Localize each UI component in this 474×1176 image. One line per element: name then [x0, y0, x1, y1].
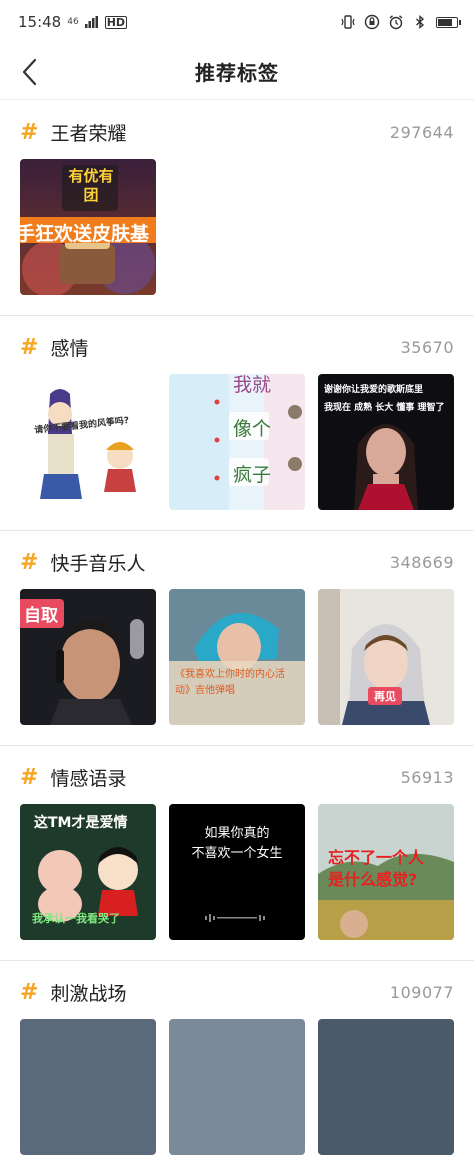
tag-header[interactable]: # 快手音乐人 348669	[20, 547, 454, 577]
hash-icon: #	[20, 979, 39, 1005]
tag-count: 348669	[389, 552, 454, 572]
hash-icon: #	[20, 549, 39, 575]
lyric-line-2: 我现在 成熟 长大 懂事 理智了	[324, 403, 445, 413]
tag-name: 刺激战场	[50, 982, 127, 1005]
tag-name: 王者荣耀	[50, 122, 127, 145]
signal-icon	[84, 16, 98, 28]
tag-list: # 王者荣耀 297644 有优有团 手狂欢送皮肤基 # 感情 35670 请你…	[0, 101, 474, 1176]
rotation-lock-icon	[364, 14, 380, 30]
quote-line-2: 不喜欢一个女生	[191, 846, 283, 861]
quote-line-2: 是什么感觉?	[328, 870, 418, 889]
video-thumbnail[interactable]: 请你不要看我的风筝吗?	[20, 374, 156, 510]
video-thumbnail[interactable]: 有优有团 手狂欢送皮肤基	[20, 159, 156, 295]
nav-bar: 推荐标签	[0, 44, 474, 100]
hash-icon: #	[20, 334, 39, 360]
tag-header[interactable]: # 感情 35670	[20, 332, 454, 362]
tag-section: # 快手音乐人 348669 自取 《我喜欢上你时的内心活动》吉他弹唱 再见	[0, 531, 474, 746]
alarm-icon	[389, 15, 403, 30]
vibrate-icon	[341, 15, 355, 29]
tag-header[interactable]: # 情感语录 56913	[20, 762, 454, 792]
tag-count: 56913	[400, 767, 454, 787]
chat-line-3: 疯子	[233, 464, 272, 486]
tag-name: 感情	[50, 337, 89, 360]
tag-header[interactable]: # 王者荣耀 297644	[20, 117, 454, 147]
thumbnail-row: 自取 《我喜欢上你时的内心活动》吉他弹唱 再见	[20, 589, 454, 725]
tag-count: 109077	[389, 982, 454, 1002]
caption-text: 《我喜欢上你时的内心活动》吉他弹唱	[175, 669, 285, 696]
quote-line-1: 如果你真的	[204, 826, 270, 841]
quote-top: 这TM才是爱情	[34, 815, 128, 831]
bluetooth-icon	[416, 15, 425, 29]
chevron-left-icon	[22, 58, 37, 86]
logo-text: 有优有团	[68, 167, 114, 204]
guitar-singer-image	[169, 589, 305, 725]
badge-label: 自取	[20, 599, 64, 628]
thumbnail-row: 这TM才是爱情 我承认一我看哭了 如果你真的 不喜欢一个女生 忘不了一个人 是什…	[20, 804, 454, 940]
tag-title-group: # 快手音乐人	[20, 549, 145, 576]
thumbnail-row: 请你不要看我的风筝吗? 我就 像个 疯子 谢谢你让我爱的歌斯底里 我现在 成熟 …	[20, 374, 454, 510]
tag-title-group: # 王者荣耀	[20, 119, 126, 146]
tag-title-group: # 感情	[20, 334, 88, 361]
status-bar: 15:48 46 HD	[0, 0, 474, 44]
video-thumbnail[interactable]: 再见	[318, 589, 454, 725]
status-time: 15:48	[18, 13, 62, 31]
cartoon-image	[20, 374, 156, 510]
tag-title-group: # 刺激战场	[20, 979, 126, 1006]
tag-name: 快手音乐人	[50, 552, 146, 575]
hash-icon: #	[20, 119, 39, 145]
video-thumbnail[interactable]	[318, 1019, 454, 1155]
back-button[interactable]	[12, 54, 48, 90]
video-thumbnail[interactable]: 我就 像个 疯子	[169, 374, 305, 510]
banner-text: 手狂欢送皮肤基	[20, 223, 150, 245]
video-thumbnail[interactable]: 《我喜欢上你时的内心活动》吉他弹唱	[169, 589, 305, 725]
video-thumbnail[interactable]: 忘不了一个人 是什么感觉?	[318, 804, 454, 940]
tag-count: 35670	[400, 337, 454, 357]
hd-badge: HD	[104, 15, 128, 29]
page-title: 推荐标签	[195, 61, 279, 85]
tag-name: 情感语录	[50, 767, 127, 790]
video-thumbnail[interactable]: 这TM才是爱情 我承认一我看哭了	[20, 804, 156, 940]
hash-icon: #	[20, 764, 39, 790]
video-thumbnail[interactable]	[169, 1019, 305, 1155]
tag-title-group: # 情感语录	[20, 764, 126, 791]
video-thumbnail[interactable]: 如果你真的 不喜欢一个女生	[169, 804, 305, 940]
lyric-line-1: 谢谢你让我爱的歌斯底里	[324, 385, 424, 395]
battery-icon	[436, 16, 461, 28]
video-thumbnail[interactable]: 自取	[20, 589, 156, 725]
tag-section: # 情感语录 56913 这TM才是爱情 我承认一我看哭了 如果你真的 不喜欢一…	[0, 746, 474, 961]
chat-line-2: 像个	[233, 418, 272, 440]
tag-count: 297644	[389, 122, 454, 142]
thumbnail-row	[20, 1019, 454, 1155]
network-type: 46	[67, 16, 79, 27]
thumbnail-row: 有优有团 手狂欢送皮肤基	[20, 159, 156, 295]
badge-label: 再见	[368, 687, 402, 705]
status-right	[340, 14, 461, 30]
quote-bottom: 我承认一我看哭了	[32, 912, 120, 925]
status-left: 15:48 46 HD	[18, 13, 128, 31]
tag-section: # 感情 35670 请你不要看我的风筝吗? 我就 像个 疯子 谢谢你让我爱的歌…	[0, 316, 474, 531]
quote-line-1: 忘不了一个人	[328, 848, 425, 867]
video-thumbnail[interactable]	[20, 1019, 156, 1155]
tag-section: # 刺激战场 109077	[0, 961, 474, 1176]
tag-header[interactable]: # 刺激战场 109077	[20, 977, 454, 1007]
tag-section: # 王者荣耀 297644 有优有团 手狂欢送皮肤基	[0, 101, 474, 316]
video-thumbnail[interactable]: 谢谢你让我爱的歌斯底里 我现在 成熟 长大 懂事 理智了	[318, 374, 454, 510]
chat-line-1: 我就	[233, 374, 272, 396]
